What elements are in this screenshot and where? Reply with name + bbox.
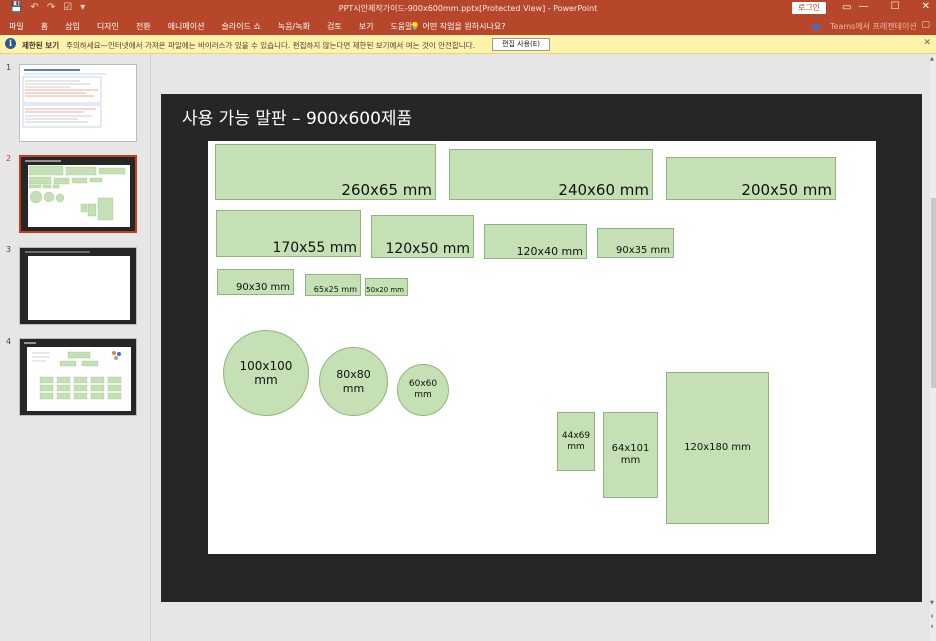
board-label: 50x20 mm: [366, 286, 404, 294]
tell-me-search[interactable]: 💡 어떤 작업을 원하시나요?: [410, 21, 505, 32]
window-controls: — ☐ ✕: [859, 1, 930, 12]
lightbulb-icon: 💡: [410, 22, 420, 31]
board-label: 90x35 mm: [615, 245, 670, 256]
tab-slideshow[interactable]: 슬라이드 쇼: [221, 21, 260, 32]
board-label: 120x40 mm: [516, 245, 583, 258]
thumbnail-content: [25, 251, 130, 320]
tab-home[interactable]: 홈: [41, 21, 48, 32]
board-label: 200x50 mm: [741, 181, 832, 199]
next-slide-icon[interactable]: ⇟: [930, 624, 934, 630]
current-slide[interactable]: 사용 가능 말판 – 900x600제품 260x65 mm 240x60 mm…: [161, 94, 922, 602]
board-circle-60x60[interactable]: 60x60 mm: [397, 364, 449, 416]
board-label: 80x80 mm: [336, 368, 371, 395]
thumbnail-content: [22, 69, 106, 128]
board-240x60[interactable]: 240x60 mm: [449, 149, 653, 200]
teams-icon: [812, 22, 820, 31]
slide-number-3: 3: [6, 245, 12, 254]
login-button[interactable]: 로그인: [792, 2, 826, 14]
slide-title[interactable]: 사용 가능 말판 – 900x600제품: [182, 104, 412, 129]
slide-thumbnail-2[interactable]: [19, 155, 137, 233]
board-label: 44x69 mm: [561, 430, 591, 452]
board-label: 120x50 mm: [385, 241, 470, 257]
close-bar-icon[interactable]: ✕: [923, 38, 931, 48]
board-90x30[interactable]: 90x30 mm: [217, 269, 294, 295]
tab-design[interactable]: 디자인: [97, 21, 119, 32]
board-label: 240x60 mm: [558, 181, 649, 199]
tab-file[interactable]: 파일: [9, 21, 24, 32]
slide-thumbnail-3[interactable]: [19, 247, 137, 325]
board-circle-100x100[interactable]: 100x100 mm: [223, 330, 309, 416]
teams-label: Teams에서 프레젠테이션: [830, 22, 917, 31]
present-in-teams-button[interactable]: Teams에서 프레젠테이션: [812, 21, 917, 32]
protected-view-title: 제한된 보기: [22, 41, 60, 50]
board-label: 100x100 mm: [239, 358, 293, 387]
ribbon-display-options-icon[interactable]: ▭: [842, 2, 851, 13]
protected-view-message: 주의하세요—인터넷에서 가져온 파일에는 바이러스가 있을 수 있습니다. 편집…: [66, 41, 475, 50]
tab-review[interactable]: 검토: [327, 21, 342, 32]
enable-editing-button[interactable]: 편집 사용(E): [492, 38, 550, 51]
thumbnail-content: [24, 342, 131, 411]
comments-icon[interactable]: ▢: [921, 20, 930, 30]
board-44x69[interactable]: 44x69 mm: [557, 412, 595, 471]
scroll-up-icon[interactable]: ▲: [930, 56, 934, 62]
tab-animations[interactable]: 애니메이션: [168, 21, 205, 32]
ribbon-tabs: 파일 홈 삽입 디자인 전환 애니메이션 슬라이드 쇼 녹음/녹화 검토 보기 …: [0, 17, 936, 35]
board-label: 170x55 mm: [272, 240, 357, 256]
tab-view[interactable]: 보기: [359, 21, 374, 32]
info-icon: i: [5, 38, 16, 49]
board-label: 64x101 mm: [611, 443, 650, 466]
board-label: 260x65 mm: [341, 181, 432, 199]
board-200x50[interactable]: 200x50 mm: [666, 157, 836, 200]
board-label: 65x25 mm: [313, 285, 357, 294]
slide-thumbnail-1[interactable]: [19, 64, 137, 142]
tab-insert[interactable]: 삽입: [65, 21, 80, 32]
board-170x55[interactable]: 170x55 mm: [216, 210, 361, 257]
previous-slide-icon[interactable]: ⇞: [930, 614, 934, 620]
board-120x50[interactable]: 120x50 mm: [371, 215, 474, 258]
tell-me-label: 어떤 작업을 원하시나요?: [422, 22, 506, 31]
board-260x65[interactable]: 260x65 mm: [215, 144, 436, 200]
slide-number-1: 1: [6, 63, 12, 72]
board-120x40[interactable]: 120x40 mm: [484, 224, 587, 259]
minimize-icon[interactable]: —: [859, 1, 869, 12]
slide-thumbnail-pane: 1 2 3 4: [0, 54, 151, 641]
title-bar: 💾 ↶ ↷ ☑ ▾ PPT시안제작가이드-900x600mm.pptx[Prot…: [0, 0, 936, 17]
slide-number-4: 4: [6, 337, 12, 346]
board-65x25[interactable]: 65x25 mm: [305, 274, 361, 296]
scroll-thumb[interactable]: [931, 198, 936, 388]
board-120x180[interactable]: 120x180 mm: [666, 372, 769, 524]
board-50x20[interactable]: 50x20 mm: [365, 278, 408, 296]
tab-transitions[interactable]: 전환: [136, 21, 151, 32]
slide-thumbnail-4[interactable]: [19, 338, 137, 416]
protected-view-bar: i 제한된 보기 주의하세요—인터넷에서 가져온 파일에는 바이러스가 있을 수…: [0, 35, 936, 54]
board-circle-80x80[interactable]: 80x80 mm: [319, 347, 388, 416]
thumbnail-content: [25, 160, 130, 227]
tab-record[interactable]: 녹음/녹화: [278, 21, 310, 32]
vertical-scrollbar[interactable]: ▲ ▼ ⇞ ⇟: [930, 54, 936, 641]
scroll-down-icon[interactable]: ▼: [930, 600, 934, 606]
board-canvas[interactable]: 260x65 mm 240x60 mm 200x50 mm 170x55 mm …: [208, 141, 876, 554]
board-64x101[interactable]: 64x101 mm: [603, 412, 658, 498]
maximize-icon[interactable]: ☐: [891, 1, 900, 12]
slide-number-2: 2: [6, 154, 12, 163]
close-icon[interactable]: ✕: [922, 1, 930, 12]
board-label: 60x60 mm: [408, 379, 438, 400]
board-label: 90x30 mm: [235, 282, 290, 293]
board-90x35[interactable]: 90x35 mm: [597, 228, 674, 258]
board-label: 120x180 mm: [684, 442, 751, 453]
